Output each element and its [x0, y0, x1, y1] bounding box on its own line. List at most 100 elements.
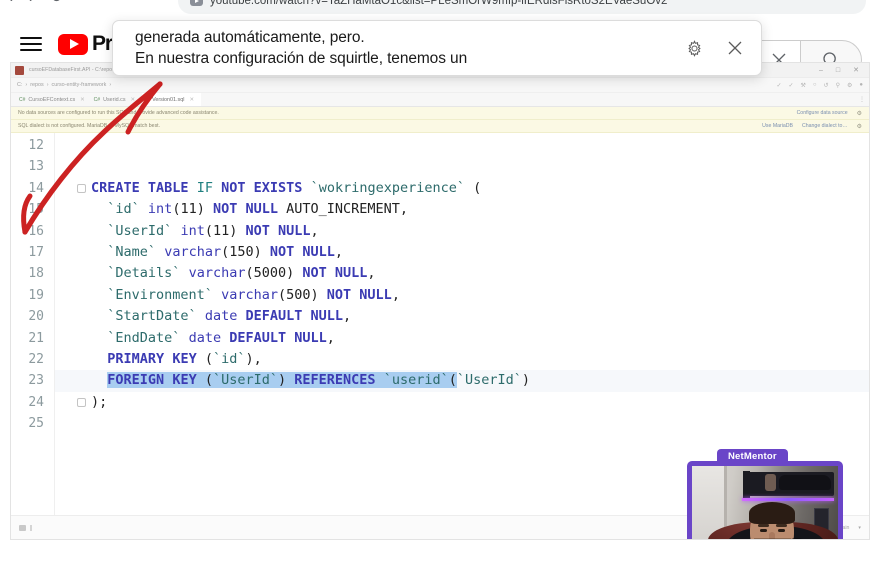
- use-mariadb-link[interactable]: Use MariaDB: [762, 123, 793, 129]
- ide-toolbar: ✓ ✓ ⚒ ○ ↺ ⚲ ⚙ ●: [776, 82, 863, 89]
- code-line[interactable]: `UserId` int(11) NOT NULL,: [55, 221, 869, 242]
- code-token: ,: [334, 243, 344, 260]
- run-check-icon[interactable]: ✓: [789, 82, 794, 89]
- code-token: DEFAULT: [245, 308, 303, 325]
- line-number: 19: [28, 287, 44, 303]
- code-token: CREATE: [91, 179, 140, 196]
- maximize-icon[interactable]: □: [836, 67, 840, 74]
- build-icon[interactable]: ✓: [776, 82, 781, 89]
- code-line[interactable]: `Environment` varchar(500) NOT NULL,: [55, 285, 869, 306]
- editor-tab-strip: C# CursoEFContext.cs ✕ C# Userid.cs ✕ Ve…: [11, 93, 869, 107]
- chevron-down-icon[interactable]: ▾: [858, 525, 861, 531]
- profile-icon[interactable]: ●: [859, 82, 863, 88]
- code-line[interactable]: [55, 156, 869, 177]
- code-token: NULL: [359, 286, 392, 303]
- gear-icon[interactable]: [686, 39, 703, 57]
- code-token: `Environment`: [107, 286, 213, 303]
- clock-icon[interactable]: ○: [813, 82, 817, 88]
- wrench-icon[interactable]: ⚒: [801, 82, 806, 89]
- code-fold-toggle[interactable]: [77, 183, 86, 193]
- code-line[interactable]: PRIMARY KEY (`id`),: [55, 349, 869, 370]
- tab-overflow-icon[interactable]: ⋮: [859, 96, 869, 103]
- code-token: ,: [326, 329, 335, 346]
- code-token: `userid`: [383, 372, 449, 389]
- person-beard: [754, 538, 791, 539]
- terminal-icon[interactable]: [30, 524, 32, 531]
- person-eye-left: [760, 529, 767, 532]
- change-dialect-link[interactable]: Change dialect to…: [802, 123, 848, 129]
- code-token: `UserId`: [456, 372, 522, 389]
- code-token: );: [91, 393, 108, 410]
- code-token: TABLE: [147, 179, 189, 196]
- code-token: `EndDate`: [107, 329, 181, 346]
- code-token: (11): [172, 201, 213, 218]
- breadcrumb-item-1[interactable]: repos: [30, 82, 44, 88]
- close-icon[interactable]: ✕: [853, 66, 859, 74]
- settings-icon[interactable]: ⚙: [847, 82, 852, 89]
- code-fold-toggle[interactable]: [77, 397, 86, 407]
- code-token: `id`: [212, 350, 246, 367]
- code-token: NULL: [245, 201, 278, 218]
- editor-tab-userid[interactable]: C# Userid.cs ✕: [92, 93, 142, 106]
- back-arrow-icon[interactable]: ‹: [8, 0, 13, 5]
- project-view-icon[interactable]: [19, 524, 26, 531]
- caption-text-block: generada automáticamente, pero. En nuest…: [135, 29, 467, 68]
- code-line[interactable]: `Name` varchar(150) NOT NULL,: [55, 242, 869, 263]
- code-token: (11): [204, 222, 246, 239]
- editor-tab-version01-sql[interactable]: Version01.sql ✕: [142, 93, 201, 106]
- address-bar[interactable]: youtube.com/watch?v=TaZHaMtaO1c&list=PLe…: [178, 0, 866, 14]
- search-icon[interactable]: ⚲: [836, 82, 840, 89]
- address-bar-url: youtube.com/watch?v=TaZHaMtaO1c&list=PLe…: [210, 0, 668, 7]
- code-line[interactable]: [55, 413, 869, 434]
- code-line[interactable]: [55, 135, 869, 156]
- line-number: 12: [28, 138, 44, 153]
- code-token: DEFAULT: [229, 329, 287, 346]
- code-token: IF: [196, 179, 213, 196]
- tab-close-icon[interactable]: ✕: [80, 97, 85, 103]
- hamburger-menu-icon[interactable]: [20, 37, 42, 51]
- code-line[interactable]: `StartDate` date DEFAULT NULL,: [55, 306, 869, 327]
- undo-icon[interactable]: ↺: [824, 82, 829, 89]
- line-number: 16: [28, 223, 44, 239]
- tab-close-icon[interactable]: ✕: [189, 97, 194, 103]
- code-token: (: [196, 372, 213, 389]
- close-x-icon[interactable]: [727, 40, 743, 56]
- line-number: 13: [28, 159, 44, 175]
- code-line[interactable]: `EndDate` date DEFAULT NULL,: [55, 328, 869, 349]
- minimize-icon[interactable]: –: [819, 67, 823, 74]
- code-token: (: [465, 179, 482, 196]
- line-number: 20: [28, 309, 44, 325]
- configure-data-source-link[interactable]: Configure data source: [797, 110, 848, 116]
- code-line[interactable]: `id` int(11) NOT NULL AUTO_INCREMENT,: [55, 199, 869, 220]
- code-token: `Details`: [107, 265, 181, 282]
- tab-close-icon[interactable]: ✕: [131, 97, 136, 103]
- code-line[interactable]: FOREIGN KEY (`UserId`) REFERENCES `useri…: [55, 370, 869, 392]
- code-line[interactable]: );: [55, 392, 869, 413]
- breadcrumb-item-2[interactable]: curso-entity-framework: [52, 82, 107, 88]
- code-token: `id`: [107, 201, 140, 218]
- line-number: 15: [28, 202, 44, 218]
- reload-icon[interactable]: ↻: [50, 0, 63, 5]
- breadcrumb-item-0[interactable]: C:: [17, 82, 22, 88]
- led-strip: [742, 498, 834, 501]
- code-line[interactable]: CREATE TABLE IF NOT EXISTS `wokringexper…: [55, 178, 869, 199]
- line-number: 14: [28, 180, 44, 196]
- gear-icon[interactable]: ⚙: [857, 110, 862, 117]
- forward-arrow-icon[interactable]: ›: [29, 0, 34, 5]
- code-token: ,: [367, 265, 376, 282]
- gear-icon[interactable]: ⚙: [857, 123, 862, 130]
- csharp-file-icon: C#: [93, 96, 101, 103]
- code-token: NULL: [334, 265, 368, 282]
- notification-actions: Use MariaDB Change dialect to… ⚙: [762, 123, 862, 130]
- editor-tab-cursoefcontext[interactable]: C# CursoEFContext.cs ✕: [17, 93, 92, 106]
- code-line[interactable]: `Details` varchar(5000) NOT NULL,: [55, 263, 869, 284]
- code-token: ,: [310, 222, 319, 239]
- code-token: AUTO_INCREMENT,: [278, 201, 409, 218]
- caption-line-1: generada automáticamente, pero.: [135, 28, 365, 46]
- code-token: NULL: [294, 329, 327, 346]
- code-token: `UserId`: [212, 372, 278, 389]
